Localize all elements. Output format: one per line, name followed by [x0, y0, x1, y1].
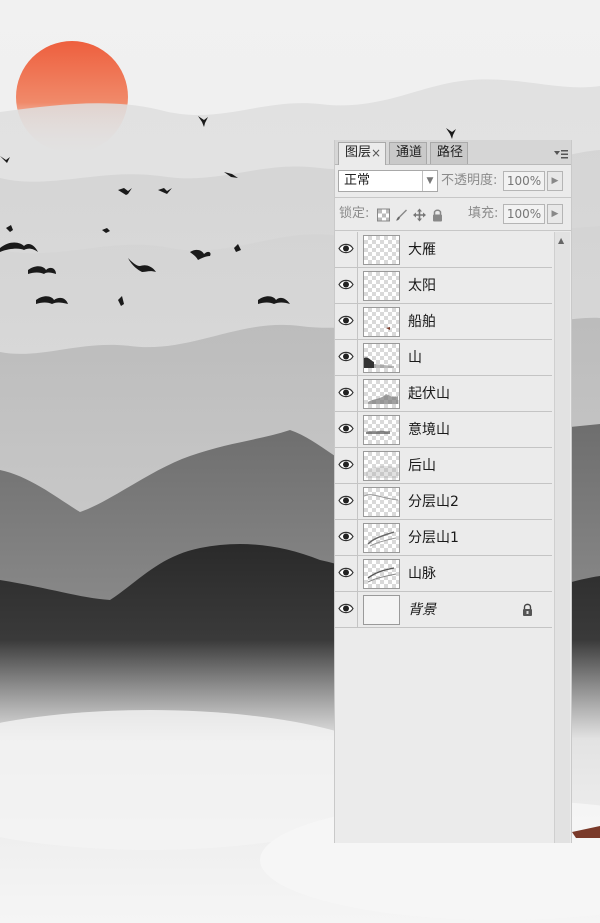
layer-name: 背景	[408, 602, 436, 618]
blend-opacity-row: 正常 ▼ 不透明度: 100% ▶	[335, 165, 571, 198]
opacity-input[interactable]: 100%	[503, 171, 545, 191]
visibility-toggle[interactable]	[335, 376, 358, 411]
tab-close-icon[interactable]: ×	[371, 143, 381, 163]
visibility-toggle[interactable]	[335, 520, 358, 555]
opacity-label: 不透明度:	[441, 173, 498, 188]
layer-name: 起伏山	[408, 386, 450, 402]
eye-icon	[338, 423, 354, 434]
layer-name: 分层山1	[408, 530, 459, 546]
layer-thumbnail	[363, 595, 400, 625]
tab-layers-label: 图层	[345, 145, 372, 160]
layer-thumbnail	[363, 271, 400, 301]
layer-name: 分层山2	[408, 494, 459, 510]
fill-label: 填充:	[468, 206, 499, 221]
eye-icon	[338, 315, 354, 326]
layer-thumbnail	[363, 379, 400, 409]
layer-thumbnail	[363, 235, 400, 265]
layer-thumbnail	[363, 559, 400, 589]
layer-thumbnail	[363, 523, 400, 553]
visibility-toggle[interactable]	[335, 268, 358, 303]
layer-name: 太阳	[408, 278, 436, 294]
blend-mode-select[interactable]: 正常 ▼	[338, 170, 438, 192]
tab-channels[interactable]: 通道	[389, 142, 427, 164]
tab-layers[interactable]: 图层 ×	[338, 142, 386, 165]
layer-name: 船舶	[408, 314, 436, 330]
lock-move-icon[interactable]	[413, 208, 426, 222]
eye-icon	[338, 531, 354, 542]
eye-icon	[338, 351, 354, 362]
visibility-toggle[interactable]	[335, 412, 358, 447]
visibility-toggle[interactable]	[335, 304, 358, 339]
layer-name: 大雁	[408, 242, 436, 258]
layer-row-4[interactable]: 起伏山	[335, 376, 552, 412]
layer-thumbnail	[363, 487, 400, 517]
visibility-toggle[interactable]	[335, 556, 358, 591]
lock-all-icon[interactable]	[431, 208, 444, 222]
layer-row-2[interactable]: 船舶	[335, 304, 552, 340]
visibility-toggle[interactable]	[335, 448, 358, 483]
layer-name: 山	[408, 350, 422, 366]
layer-row-5[interactable]: 意境山	[335, 412, 552, 448]
layer-row-3[interactable]: 山	[335, 340, 552, 376]
eye-icon	[338, 459, 354, 470]
lock-label: 锁定:	[339, 206, 370, 221]
layer-name: 山脉	[408, 566, 436, 582]
eye-icon	[338, 567, 354, 578]
chevron-down-icon[interactable]: ▼	[422, 171, 437, 191]
layer-list-scrollbar[interactable]: ▲	[554, 232, 570, 843]
tab-channels-label: 通道	[396, 145, 423, 160]
layer-row-7[interactable]: 分层山2	[335, 484, 552, 520]
layer-row-8[interactable]: 分层山1	[335, 520, 552, 556]
tab-paths-label: 路径	[437, 145, 464, 160]
visibility-toggle[interactable]	[335, 232, 358, 267]
visibility-toggle[interactable]	[335, 484, 358, 519]
visibility-toggle[interactable]	[335, 340, 358, 375]
layer-thumbnail	[363, 343, 400, 373]
layer-name: 后山	[408, 458, 436, 474]
eye-icon	[338, 387, 354, 398]
scroll-up-arrow-icon[interactable]: ▲	[558, 236, 564, 245]
eye-icon	[338, 279, 354, 290]
layer-name: 意境山	[408, 422, 450, 438]
layers-panel: 图层 × 通道 路径 正常 ▼ 不透明度: 100% ▶ 锁定: 填充: 100…	[334, 140, 572, 843]
fill-slider-arrow-icon[interactable]: ▶	[547, 204, 563, 224]
eye-icon	[338, 603, 354, 614]
panel-tab-bar: 图层 × 通道 路径	[335, 140, 571, 165]
layer-row-6[interactable]: 后山	[335, 448, 552, 484]
layer-row-1[interactable]: 太阳	[335, 268, 552, 304]
eye-icon	[338, 495, 354, 506]
layer-thumbnail	[363, 307, 400, 337]
layer-thumbnail	[363, 451, 400, 481]
panel-menu-icon[interactable]	[554, 149, 568, 159]
lock-brush-icon[interactable]	[395, 208, 408, 222]
blend-mode-value: 正常	[344, 173, 371, 188]
layer-row-0[interactable]: 大雁	[335, 232, 552, 268]
layer-row-10[interactable]: 背景	[335, 592, 552, 628]
fill-input[interactable]: 100%	[503, 204, 545, 224]
layer-lock-icon	[523, 603, 532, 616]
lock-fill-row: 锁定: 填充: 100% ▶	[335, 198, 571, 231]
tab-paths[interactable]: 路径	[430, 142, 468, 164]
visibility-toggle[interactable]	[335, 592, 358, 627]
lock-transparency-icon[interactable]	[377, 208, 390, 222]
eye-icon	[338, 243, 354, 254]
layer-row-9[interactable]: 山脉	[335, 556, 552, 592]
opacity-slider-arrow-icon[interactable]: ▶	[547, 171, 563, 191]
layer-thumbnail	[363, 415, 400, 445]
